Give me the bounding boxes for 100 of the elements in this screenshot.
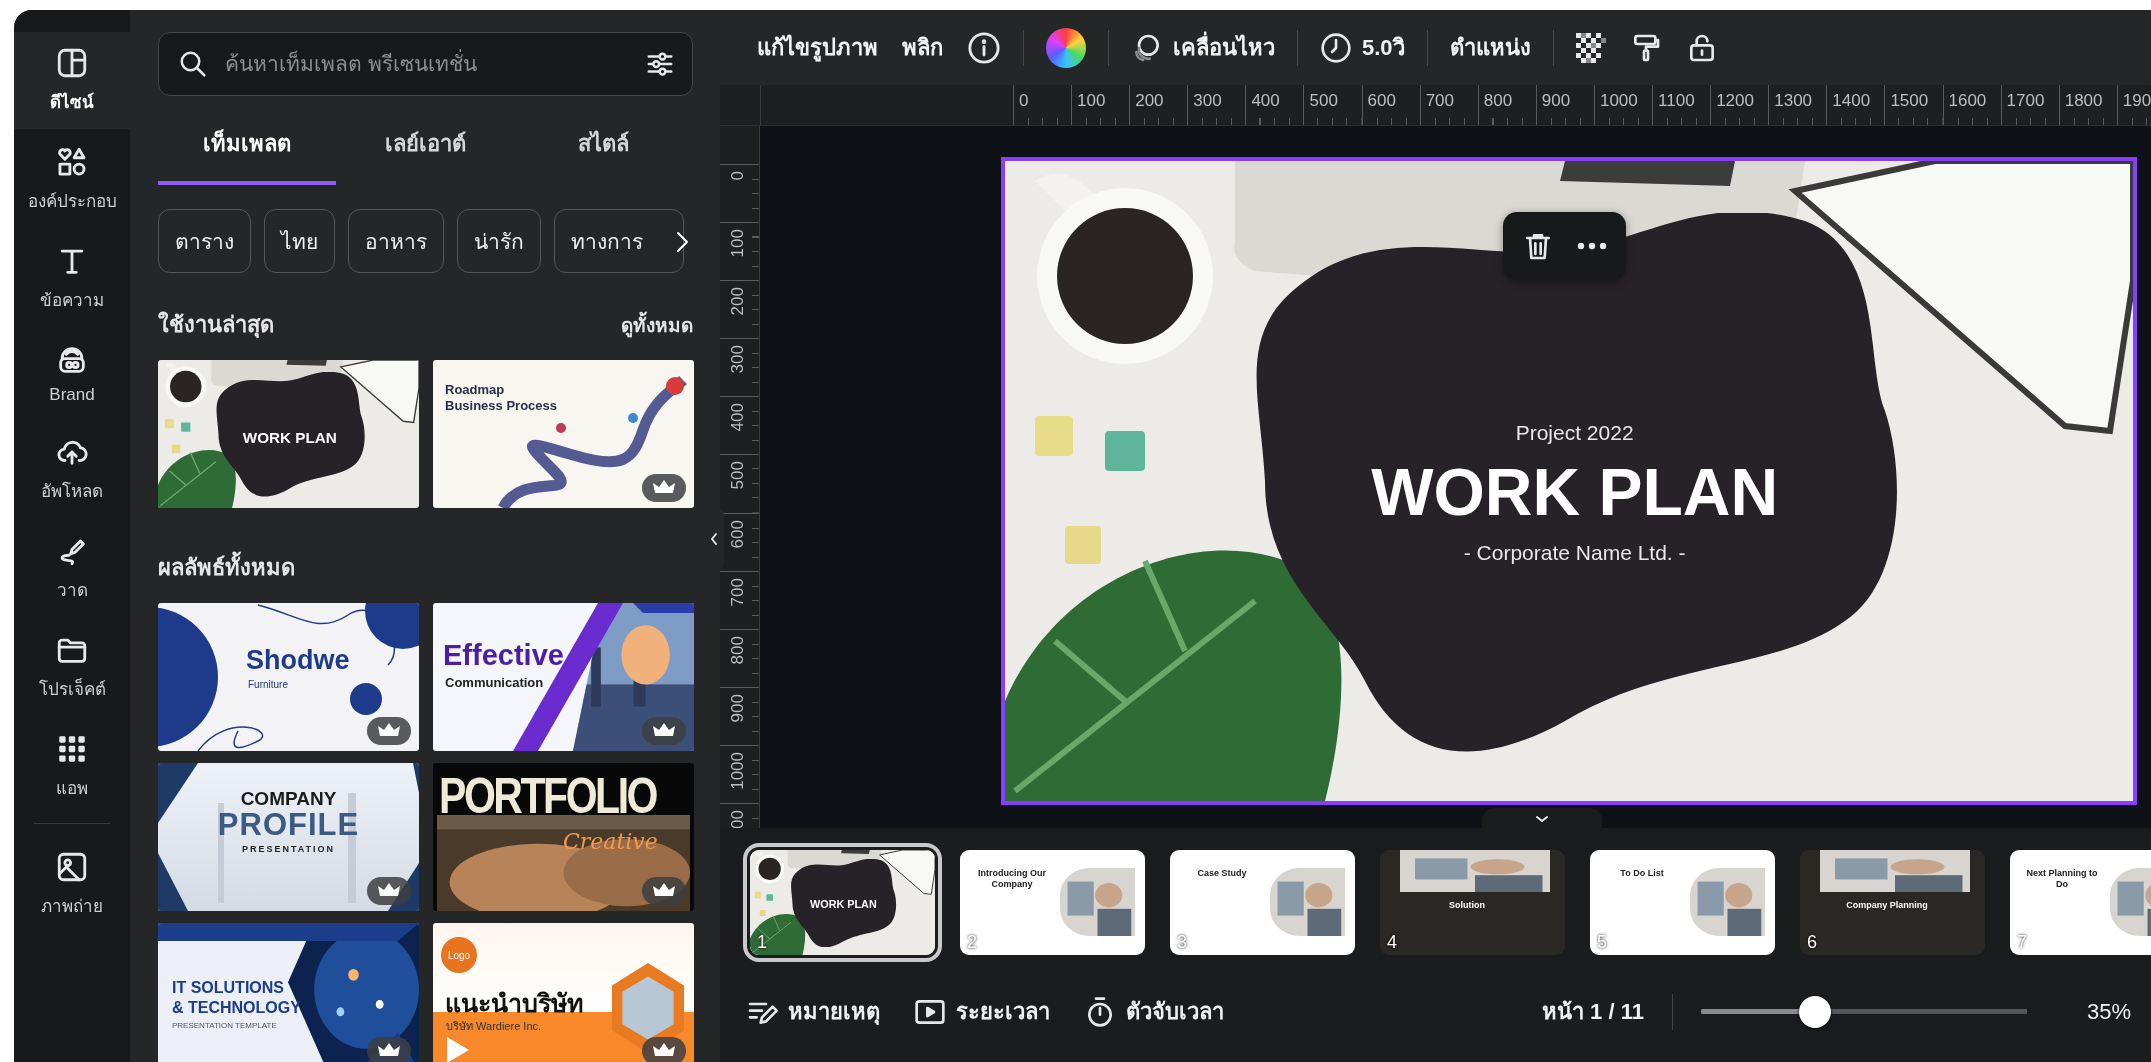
thumbnail-title: WORK PLAN (810, 899, 877, 911)
template-card[interactable]: WORK PLAN (158, 360, 419, 508)
ruler-label: 1000 (1599, 91, 1638, 110)
sidebar-item[interactable]: อัพโหลด (14, 421, 130, 518)
page-thumbnail[interactable]: Introducing Our Company 2 (960, 850, 1145, 955)
page-thumbnail[interactable]: Case Study 3 (1170, 850, 1355, 955)
filter-button[interactable] (645, 49, 675, 79)
ruler-label: 190 (2122, 91, 2151, 110)
filter-chip[interactable]: ตาราง (158, 209, 251, 273)
duration-button[interactable]: ระยะเวลา (908, 988, 1056, 1035)
search-field[interactable]: ค้นหาเท็มเพลต พรีเซนเทชั่น (158, 32, 693, 96)
sidebar-item[interactable]: โปรเจ็คต์ (14, 619, 130, 716)
page-number: 7 (2017, 932, 2027, 953)
color-wheel-icon (1046, 27, 1086, 68)
filter-chip[interactable]: น่ารัก (457, 209, 541, 273)
slide-caption: - Corporate Name Ltd. - (1463, 540, 1686, 566)
sidebar-item[interactable]: ดีไซน์ (14, 32, 130, 129)
thumbnail-title: & TECHNOLOGY (172, 999, 301, 1017)
template-card[interactable]: Effective Communication (433, 603, 694, 751)
page-number: 4 (1387, 932, 1397, 953)
ruler-label: 1800 (2064, 91, 2103, 110)
page-thumbnail[interactable]: To Do List 5 (1590, 850, 1775, 955)
thumbnail-subtitle: Furniture (248, 679, 288, 690)
see-all-link[interactable]: ดูทั้งหมด (621, 310, 693, 340)
ruler-label: 900 (728, 693, 748, 723)
page-indicator[interactable]: หน้า 1 / 11 (1536, 988, 1650, 1035)
sidebar-item[interactable]: องค์ประกอบ (14, 131, 130, 228)
ruler-label: 100 (1077, 91, 1106, 110)
sidebar-item[interactable]: ภาพถ่าย (14, 836, 130, 933)
ruler-label: 100 (728, 229, 748, 258)
notes-button[interactable]: หมายเหตุ (740, 988, 886, 1035)
collapse-pages-handle[interactable] (1482, 808, 1602, 830)
thumbnail-title: IT SOLUTIONS (172, 979, 284, 997)
more-icon (1576, 242, 1607, 250)
ruler-label: 400 (728, 403, 748, 432)
template-card[interactable]: PORTFOLIO Creative (433, 763, 694, 911)
thumbnail-subtitle: บริษัท Wardiere Inc. (446, 1019, 542, 1034)
ruler-label: 1100 (1658, 91, 1695, 110)
page-thumbnail[interactable]: Next Planning to Do 7 (2010, 850, 2151, 955)
sidebar-item[interactable]: วาด (14, 520, 130, 617)
play-icon (445, 1035, 471, 1062)
timer-button[interactable]: ตัวจับเวลา (1078, 988, 1230, 1035)
sidebar-item[interactable]: ข้อความ (14, 230, 130, 327)
template-card[interactable]: Logo แนะนำบริษัท บริษัท Wardiere Inc. (433, 923, 694, 1062)
thumbnail-title: Effective (443, 639, 564, 672)
page-title: Introducing Our Company (977, 868, 1047, 891)
ruler-label: 800 (1483, 91, 1513, 110)
page-number: 1 (757, 932, 767, 953)
filter-chip[interactable]: ทางการ (554, 209, 684, 273)
edit-image-button[interactable]: แก้ไขรูปภาพ (745, 22, 890, 73)
ruler-label: 500 (1309, 91, 1338, 110)
template-card[interactable]: IT SOLUTIONS & TECHNOLOGY PRESENTATION TEMPLATE (158, 923, 419, 1062)
slide[interactable]: Project 2022 WORK PLAN - Corporate Name Ltd. - (1001, 157, 2137, 805)
page-title: Next Planning to Do (2025, 868, 2099, 891)
thumbnail-title: WORK PLAN (242, 429, 337, 446)
template-card[interactable]: Roadmap Business Process (433, 360, 694, 508)
page-number: 6 (1807, 932, 1817, 953)
ruler-label: 900 (1541, 91, 1571, 110)
page-number: 2 (967, 932, 977, 953)
duration-button[interactable]: 5.0วิ (1308, 22, 1417, 73)
sidebar-item[interactable]: แอพ (14, 718, 130, 815)
thumbnail-title: PORTFOLIO (439, 767, 656, 825)
page-title: Case Study (1196, 868, 1248, 880)
thumbnail-subtitle: Creative (563, 829, 658, 854)
zoom-reading: 35% (2086, 998, 2131, 1025)
ruler-label: 1200 (1716, 91, 1754, 110)
filter-chip[interactable]: อาหาร (348, 209, 444, 273)
chevron-right-icon (674, 229, 690, 255)
animate-button[interactable]: เคลื่อนไหว (1119, 22, 1287, 73)
ruler-label: 500 (728, 461, 748, 490)
position-button[interactable]: ตำแหน่ง (1437, 22, 1543, 73)
ruler-label: 300 (728, 345, 748, 374)
thumbnail-subtitle: PRESENTATION TEMPLATE (172, 1021, 277, 1030)
template-card[interactable]: COMPANY PROFILE PRESENTATION (158, 763, 419, 911)
thumbnail-subtitle: PRESENTATION (241, 845, 336, 855)
tab[interactable]: เลย์เอาต์ (336, 108, 515, 185)
thumbnail-title: Roadmap Business Process (445, 382, 558, 415)
flip-button[interactable]: พลิก (890, 22, 955, 73)
sidebar-item[interactable]: Brand (14, 329, 130, 419)
ruler-label: 700 (728, 577, 748, 607)
section-heading: ใช้งานล่าสุด (158, 310, 274, 340)
template-card[interactable]: Shodwe Furniture (158, 603, 419, 751)
ruler-label: 400 (1251, 91, 1280, 110)
info-icon (967, 30, 1001, 65)
page-thumbnail[interactable]: Solution 4 (1380, 850, 1565, 955)
ruler-label: 1500 (1890, 91, 1929, 110)
tab[interactable]: สไตล์ (514, 108, 693, 185)
section-heading: ผลลัพธ์ทั้งหมด (158, 550, 295, 585)
slider-thumb[interactable] (1799, 995, 1832, 1028)
page-title: Solution (1448, 900, 1486, 912)
filter-chip[interactable]: ไทย (264, 209, 335, 273)
page-thumbnail[interactable]: Company Planning 6 (1800, 850, 1985, 955)
ruler-label: 0 (1019, 91, 1029, 110)
ruler-label: 300 (1193, 91, 1222, 110)
slide-subtitle: Project 2022 (1515, 420, 1634, 446)
thumbnail-title: COMPANY (240, 789, 337, 809)
ruler-label: 1700 (2006, 91, 2045, 110)
tab[interactable]: เท็มเพลต (158, 108, 337, 185)
chevron-down-icon (1534, 814, 1550, 824)
ruler-label: 1300 (1774, 91, 1813, 110)
